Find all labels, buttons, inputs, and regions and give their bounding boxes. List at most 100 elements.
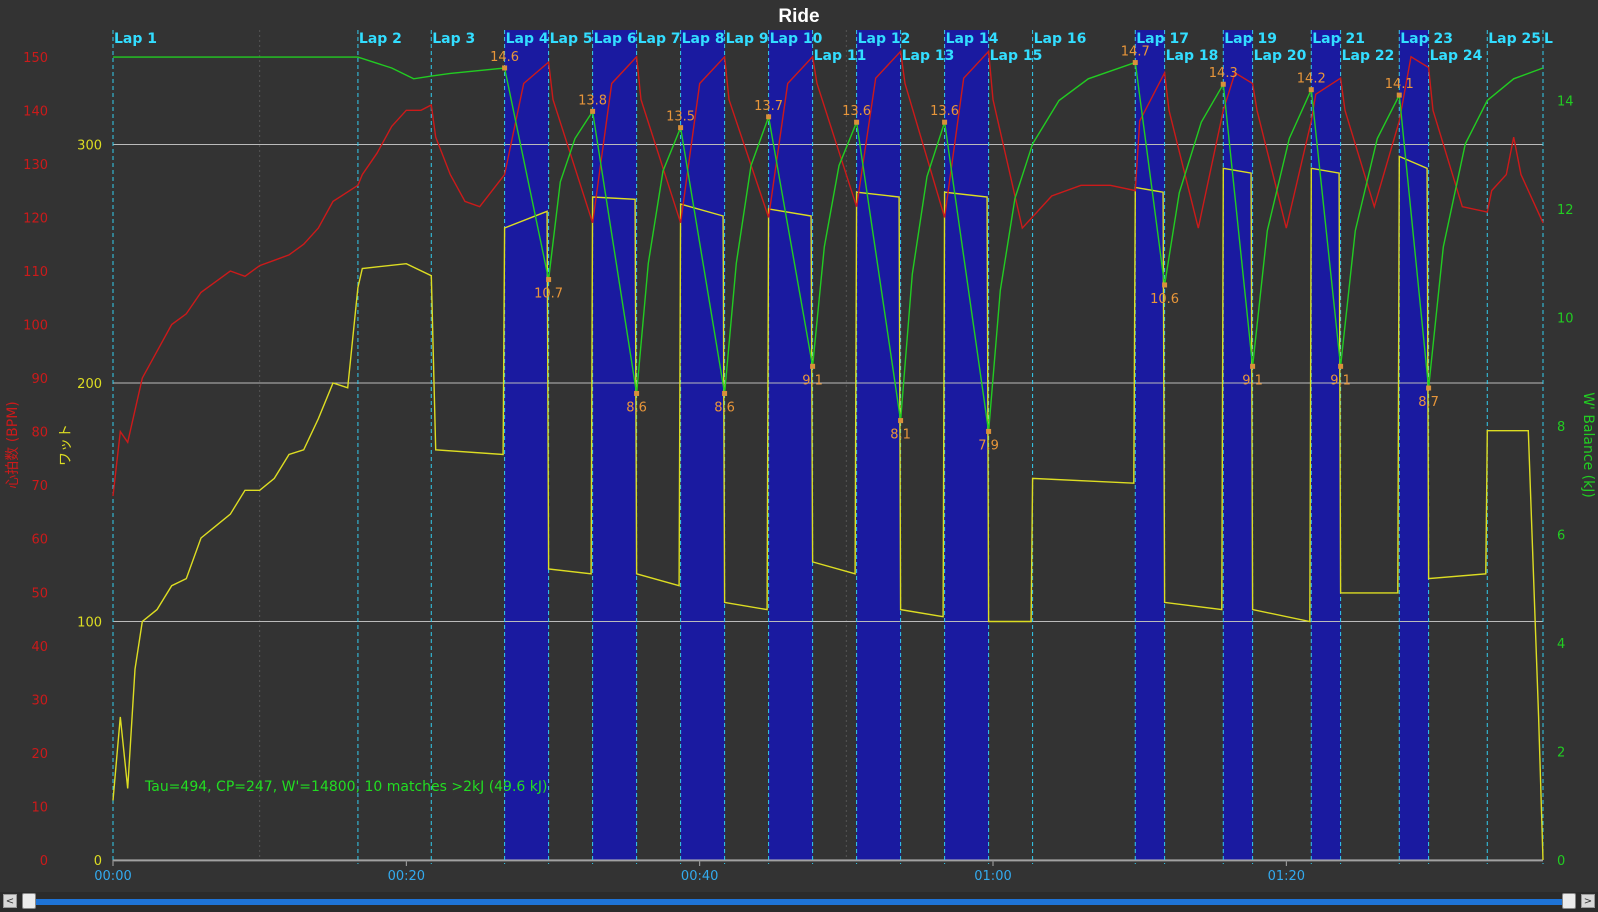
hr-tick-label: 10 xyxy=(31,800,48,815)
wbal-marker-label: 13.8 xyxy=(578,93,607,108)
lap-label: Lap 12 xyxy=(858,31,911,47)
wbal-marker xyxy=(1162,282,1168,288)
hr-tick-label: 120 xyxy=(23,211,48,226)
wbal-marker-label: 9.1 xyxy=(802,373,823,388)
hr-tick-label: 130 xyxy=(23,158,48,173)
wbal-marker xyxy=(502,65,508,71)
wbal-marker-label: 8.7 xyxy=(1418,395,1439,410)
wbal-axis-label: W' Balance (kJ) xyxy=(1580,392,1596,498)
interval-band xyxy=(504,30,549,860)
wbal-marker xyxy=(722,390,728,396)
scroll-handle-right[interactable] xyxy=(1562,893,1576,909)
interval-band xyxy=(1311,30,1341,860)
lap-label: Lap 1 xyxy=(114,31,157,47)
wbal-marker-label: 14.6 xyxy=(490,50,519,65)
wbal-marker xyxy=(986,428,992,434)
x-tick-label: 01:20 xyxy=(1268,869,1305,884)
hr-tick-label: 20 xyxy=(31,747,48,762)
wbal-tick-label: 6 xyxy=(1557,529,1565,544)
x-tick-label: 01:00 xyxy=(974,869,1011,884)
wbal-tick-label: 4 xyxy=(1557,637,1565,652)
lap-label: L xyxy=(1544,31,1553,47)
lap-label: Lap 9 xyxy=(726,31,769,47)
wbal-marker xyxy=(546,277,552,283)
scroll-handle-left[interactable] xyxy=(22,893,36,909)
x-tick-label: 00:40 xyxy=(681,869,718,884)
wbal-tick-label: 12 xyxy=(1557,203,1574,218)
wbal-marker xyxy=(942,119,948,125)
interval-band xyxy=(680,30,725,860)
wbal-tick-label: 10 xyxy=(1557,312,1574,327)
lap-label: Lap 6 xyxy=(594,31,637,47)
hr-tick-label: 140 xyxy=(23,104,48,119)
wbal-marker xyxy=(898,418,904,424)
ride-chart: 14.6 10.7 13.8 8.6 13.5 8.6 13.7 9.1 13.6 8.1 13.6… xyxy=(0,0,1598,892)
wbal-marker-label: 8.1 xyxy=(890,428,911,443)
lap-label: Lap 14 xyxy=(946,31,999,47)
lap-label: Lap 3 xyxy=(432,31,475,47)
time-scrollbar[interactable]: < > xyxy=(0,892,1598,912)
wbal-marker xyxy=(1132,60,1138,66)
wbal-marker xyxy=(678,125,684,131)
lap-label: Lap 24 xyxy=(1430,48,1483,64)
hr-tick-label: 100 xyxy=(23,319,48,334)
wbal-marker xyxy=(1338,363,1344,369)
wbal-marker-label: 9.1 xyxy=(1242,373,1263,388)
hr-tick-label: 90 xyxy=(31,372,48,387)
scroll-track[interactable] xyxy=(22,899,1574,905)
wbal-marker xyxy=(590,108,596,114)
lap-label: Lap 21 xyxy=(1312,31,1365,47)
wbal-marker-label: 9.1 xyxy=(1330,373,1351,388)
wbal-marker-label: 10.7 xyxy=(534,287,563,302)
hr-axis-label: 心拍数 (BPM) xyxy=(5,401,21,489)
wbal-tick-label: 8 xyxy=(1557,420,1565,435)
hr-tick-label: 30 xyxy=(31,693,48,708)
wbal-marker xyxy=(1220,81,1226,87)
lap-label: Lap 22 xyxy=(1342,48,1395,64)
wbal-marker-label: 14.1 xyxy=(1385,77,1414,92)
chart-title: Ride xyxy=(778,6,819,27)
lap-label: Lap 19 xyxy=(1224,31,1277,47)
lap-label: Lap 17 xyxy=(1136,31,1189,47)
scroll-left-button[interactable]: < xyxy=(3,894,17,908)
wbal-marker xyxy=(854,119,860,125)
wbal-marker-label: 8.6 xyxy=(714,400,735,415)
x-tick-label: 00:00 xyxy=(94,869,131,884)
hr-tick-label: 50 xyxy=(31,586,48,601)
wbal-marker xyxy=(1426,385,1432,391)
lap-label: Lap 16 xyxy=(1034,31,1087,47)
lap-label: Lap 8 xyxy=(682,31,725,47)
wbal-marker-label: 8.6 xyxy=(626,400,647,415)
power-tick-label: 200 xyxy=(77,377,102,392)
power-axis-label: ワット xyxy=(58,424,74,466)
wbal-marker-label: 14.2 xyxy=(1297,72,1326,87)
wbal-marker xyxy=(810,363,816,369)
scroll-right-button[interactable]: > xyxy=(1581,894,1595,908)
lap-label: Lap 2 xyxy=(359,31,402,47)
lap-label: Lap 10 xyxy=(770,31,823,47)
x-tick-label: 00:20 xyxy=(388,869,425,884)
interval-band xyxy=(1223,30,1253,860)
wbal-annotation: Tau=494, CP=247, W'=14800, 10 matches >2… xyxy=(144,779,547,795)
lap-label: Lap 18 xyxy=(1166,48,1219,64)
wbal-marker-label: 13.6 xyxy=(842,104,871,119)
hr-tick-label: 110 xyxy=(23,265,48,280)
wbal-marker-label: 13.5 xyxy=(666,110,695,125)
lap-label: Lap 13 xyxy=(902,48,955,64)
hr-tick-label: 70 xyxy=(31,479,48,494)
lap-label: Lap 25 xyxy=(1488,31,1541,47)
wbal-marker-label: 13.7 xyxy=(754,99,783,114)
power-tick-label: 300 xyxy=(77,138,102,153)
hr-tick-label: 60 xyxy=(31,533,48,548)
wbal-tick-label: 14 xyxy=(1557,95,1574,110)
power-tick-label: 0 xyxy=(94,854,102,869)
lap-label: Lap 15 xyxy=(990,48,1043,64)
interval-band xyxy=(856,30,901,860)
wbal-marker-label: 10.6 xyxy=(1150,292,1179,307)
lap-label: Lap 4 xyxy=(506,31,549,47)
interval-band xyxy=(1135,30,1165,860)
wbal-marker xyxy=(1308,87,1314,93)
wbal-marker xyxy=(766,114,772,120)
lap-label: Lap 11 xyxy=(814,48,867,64)
wbal-marker-label: 13.6 xyxy=(930,104,959,119)
